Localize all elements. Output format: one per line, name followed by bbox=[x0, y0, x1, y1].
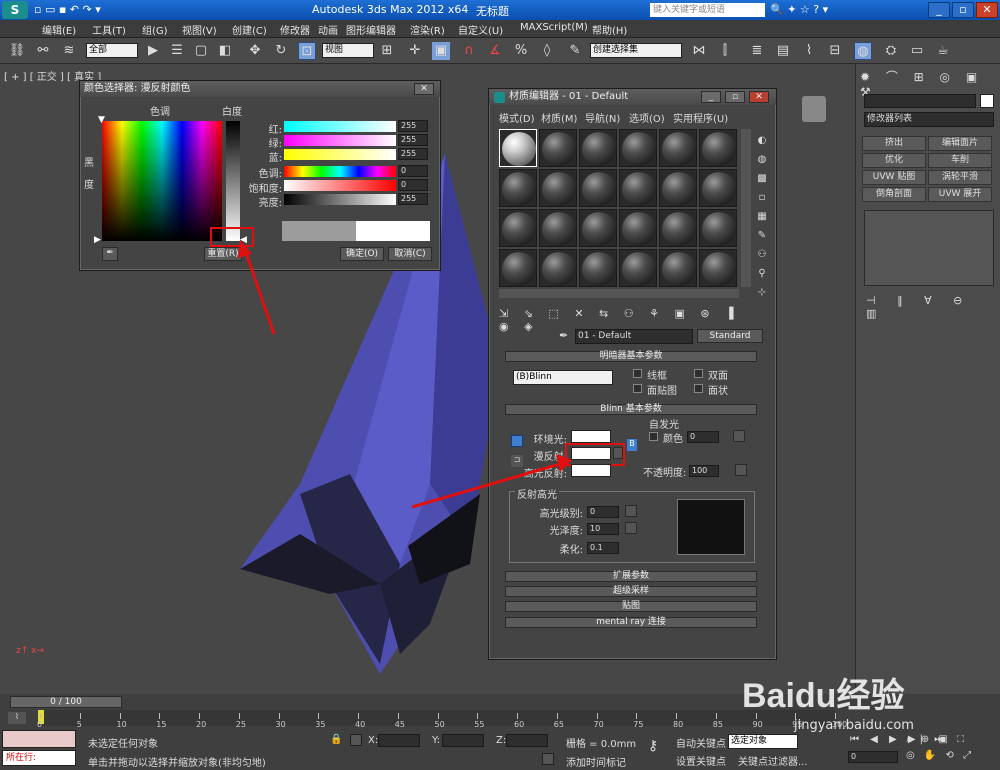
timeline-tick bbox=[238, 713, 240, 719]
timeline-tick bbox=[397, 713, 399, 719]
timeline-tick bbox=[835, 713, 836, 719]
timeline-tick bbox=[119, 713, 121, 719]
selection-status: 未选定任何对象 bbox=[88, 739, 158, 750]
timeline-tick bbox=[715, 713, 717, 719]
z-coord-field[interactable] bbox=[506, 734, 548, 747]
timeline-tick-label: 30 bbox=[275, 720, 286, 729]
watermark-logo: Baidu经验 bbox=[742, 668, 904, 717]
timeline-tick bbox=[517, 713, 518, 719]
maxscript-listener[interactable] bbox=[2, 730, 76, 748]
add-time-tag-label[interactable]: 添加时间标记 bbox=[566, 754, 626, 769]
prompt-line: 单击并拖动以选择并缩放对象(非均匀地) bbox=[88, 758, 266, 769]
time-tag-icon[interactable] bbox=[542, 753, 554, 765]
timeline-tick bbox=[596, 713, 598, 719]
timeline-tick bbox=[437, 713, 439, 719]
annotation-arrows bbox=[238, 240, 572, 509]
y-label: Y: bbox=[432, 735, 441, 746]
timeline-tick-label: 80 bbox=[673, 720, 684, 729]
current-frame-field[interactable]: 0 bbox=[848, 751, 898, 763]
timeline-tick-label: 65 bbox=[553, 720, 564, 729]
timeline-tick-label: 25 bbox=[235, 720, 246, 729]
timeline-tick-label: 35 bbox=[315, 720, 326, 729]
time-slider[interactable]: 0 / 100 bbox=[10, 696, 122, 708]
timeline-tick-label: 100 bbox=[832, 720, 848, 729]
timeline-tick bbox=[755, 713, 757, 719]
z-label: Z: bbox=[496, 735, 507, 746]
timeline-tick bbox=[795, 713, 797, 719]
grid-size-label: 栅格 = 0.0mm bbox=[566, 739, 637, 750]
timeline-tick-label: 75 bbox=[633, 720, 644, 729]
key-filters-button[interactable]: 关键点过滤器... bbox=[738, 753, 808, 768]
timeline-tick-label: 95 bbox=[792, 720, 803, 729]
timeline-tick bbox=[159, 713, 161, 719]
timeline-tick bbox=[318, 713, 320, 719]
timeline-tick-label: 85 bbox=[712, 720, 723, 729]
timeline-tick bbox=[79, 713, 81, 719]
key-mode-dropdown[interactable]: 选定对象 bbox=[728, 734, 798, 749]
timeline-tick-label: 60 bbox=[514, 720, 525, 729]
timeline-tick-label: 0 bbox=[37, 720, 43, 729]
running-label: 所在行: bbox=[6, 753, 37, 763]
timeline-tick bbox=[278, 713, 280, 719]
timeline-tick bbox=[199, 713, 200, 719]
timeline-tick bbox=[676, 713, 677, 719]
y-coord-field[interactable] bbox=[442, 734, 484, 747]
timeline-tick-label: 40 bbox=[355, 720, 366, 729]
timeline-tick-label: 55 bbox=[474, 720, 485, 729]
timeline-tick bbox=[40, 713, 41, 719]
timeline-tick-label: 70 bbox=[593, 720, 604, 729]
timeline-tick bbox=[556, 713, 558, 719]
x-label: X: bbox=[368, 735, 379, 746]
timeline-tick bbox=[477, 713, 479, 719]
set-key-button[interactable]: 设置关键点 bbox=[676, 753, 726, 768]
timeline-tick bbox=[358, 713, 359, 719]
timeline-tick-label: 10 bbox=[116, 720, 127, 729]
lock-selection-icon[interactable]: 🔒 bbox=[330, 734, 342, 745]
timeline-tick-label: 15 bbox=[156, 720, 167, 729]
timeline-tick-label: 50 bbox=[434, 720, 445, 729]
mini-curve-editor-icon[interactable]: ⌇ bbox=[8, 712, 26, 724]
timeline-tick-label: 5 bbox=[76, 720, 82, 729]
timeline-tick-label: 90 bbox=[752, 720, 763, 729]
set-key-icon[interactable]: ⚷ bbox=[648, 738, 658, 754]
timeline-tick-label: 45 bbox=[394, 720, 405, 729]
watermark-brand: Baidu经验 bbox=[742, 677, 905, 715]
auto-key-button[interactable]: 自动关键点 bbox=[676, 735, 726, 750]
timeline-tick bbox=[636, 713, 638, 719]
absolute-mode-icon[interactable] bbox=[350, 734, 362, 746]
watermark-url: jingyan.baidu.com bbox=[794, 718, 914, 733]
timeline-tick-label: 20 bbox=[196, 720, 207, 729]
maxscript-mini-listener[interactable]: 所在行: bbox=[2, 750, 76, 766]
x-coord-field[interactable] bbox=[378, 734, 420, 747]
frame-counter: 0 / 100 bbox=[50, 697, 82, 707]
viewport-nav-controls[interactable]: ⌕ ⊕ ▣ ⛶ ◎ ✋ ⟲ ⤢ bbox=[906, 732, 974, 764]
